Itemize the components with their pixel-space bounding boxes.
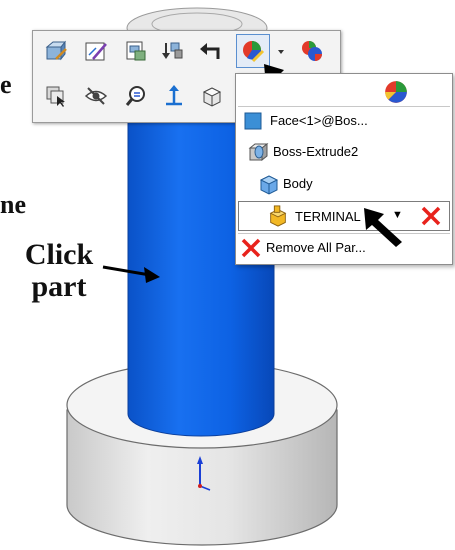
- menu-item-remove-all[interactable]: Remove All Par...: [236, 234, 452, 262]
- hide-button[interactable]: [82, 82, 110, 110]
- color-ball-icon: [385, 81, 407, 103]
- appearance-alt-button[interactable]: [298, 37, 326, 65]
- left-text-fragment-2: ne: [0, 190, 26, 219]
- body-icon: [258, 173, 280, 195]
- left-text-fragment-1: e: [0, 70, 12, 99]
- view-orientation-icon: [202, 87, 222, 107]
- menu-item-terminal-label: TERMINAL: [295, 209, 361, 224]
- appearance-alt-icon: [302, 41, 322, 61]
- menu-item-face[interactable]: Face<1>@Bos...: [236, 107, 452, 135]
- go-back-button[interactable]: [196, 37, 224, 65]
- dropdown-arrow-icon: [278, 50, 284, 54]
- hide-icon: [84, 87, 108, 105]
- select-other-button[interactable]: [42, 82, 70, 110]
- menu-item-boss-extrude[interactable]: Boss-Extrude2: [236, 138, 452, 166]
- normal-to-icon: [166, 85, 182, 106]
- appearance-dropdown-button[interactable]: [274, 37, 288, 65]
- annotation-click: Click: [24, 238, 94, 271]
- appearance-icon: [243, 41, 265, 63]
- edit-sketch-icon: [85, 42, 107, 61]
- rebuild-button[interactable]: [158, 37, 186, 65]
- origin-point: [198, 484, 202, 488]
- menu-item-terminal[interactable]: TERMINAL ▼: [238, 201, 450, 231]
- zoom-to-selection-button[interactable]: [122, 82, 150, 110]
- edit-sketch-button[interactable]: [82, 37, 110, 65]
- zoom-to-selection-icon: [125, 86, 145, 106]
- menu-item-body-label: Body: [283, 176, 313, 191]
- edit-feature-button[interactable]: [122, 37, 150, 65]
- menu-item-remove-all-label: Remove All Par...: [266, 240, 366, 255]
- part-icon: [267, 205, 289, 227]
- normal-to-button[interactable]: [160, 82, 188, 110]
- annotation-part: part: [31, 270, 87, 303]
- pointer-arrow-terminal: [364, 208, 402, 247]
- appearance-dropdown-menu: Face<1>@Bos... Boss-Extrude2 Body TERMIN…: [235, 73, 453, 265]
- feature-icon: [248, 141, 270, 163]
- view-orientation-button[interactable]: [198, 82, 226, 110]
- edit-part-button[interactable]: [42, 37, 70, 65]
- back-arrow-icon: [200, 43, 220, 59]
- remove-part-x-icon[interactable]: [420, 205, 442, 227]
- edit-feature-icon: [126, 41, 146, 61]
- remove-x-icon: [240, 237, 262, 259]
- rebuild-icon: [162, 42, 183, 59]
- face-icon: [242, 110, 264, 132]
- select-other-icon: [46, 86, 65, 107]
- menu-item-boss-extrude-label: Boss-Extrude2: [273, 144, 359, 159]
- menu-item-body[interactable]: Body: [236, 170, 452, 198]
- edit-part-icon: [45, 40, 67, 61]
- menu-item-face-label: Face<1>@Bos...: [270, 113, 368, 128]
